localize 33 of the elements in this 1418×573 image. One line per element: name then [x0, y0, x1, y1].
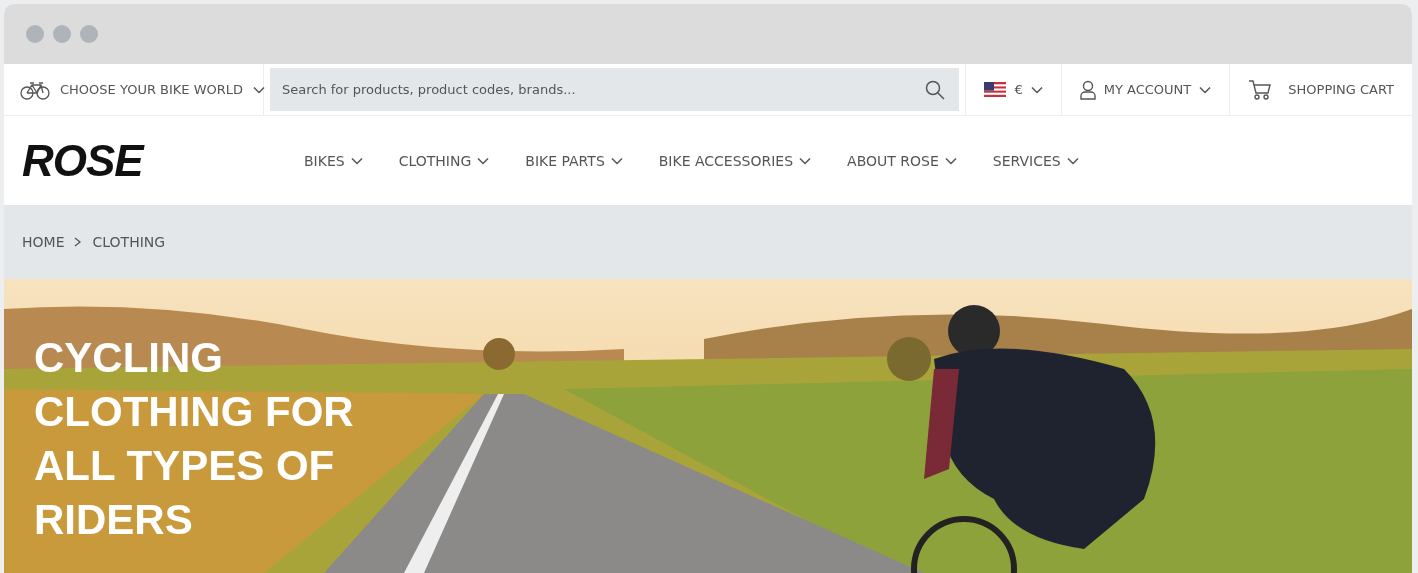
- separator-icon: [74, 237, 83, 247]
- person-icon: [1079, 79, 1096, 100]
- window-control[interactable]: [53, 25, 71, 43]
- account-menu[interactable]: MY ACCOUNT: [1061, 64, 1231, 115]
- nav-item[interactable]: BIKES: [304, 152, 363, 169]
- chevron-down-icon: [350, 156, 363, 165]
- hero-title: CYCLING CLOTHING FOR ALL TYPES OF RIDERS: [33, 333, 355, 545]
- cart-icon: [1248, 78, 1273, 101]
- chevron-down-icon: [1030, 85, 1043, 94]
- currency-menu[interactable]: €: [966, 64, 1062, 115]
- window-control[interactable]: [80, 25, 98, 43]
- nav-item[interactable]: BIKE ACCESSORIES: [658, 152, 812, 169]
- logo[interactable]: ROSE: [4, 135, 304, 186]
- search-icon: [925, 80, 946, 100]
- breadcrumb-link[interactable]: CLOTHING: [92, 234, 166, 250]
- flag-icon: [984, 82, 1007, 97]
- chevron-down-icon: [799, 156, 812, 165]
- chevron-down-icon: [477, 156, 490, 165]
- chevron-down-icon: [1066, 156, 1079, 165]
- bike-world-menu[interactable]: CHOOSE YOUR BIKE WORLD: [4, 64, 264, 115]
- nav-item[interactable]: SERVICES: [992, 152, 1079, 169]
- shopping-cart-link[interactable]: SHOPPING CART: [1230, 64, 1412, 115]
- window-control[interactable]: [26, 25, 44, 43]
- bicycle-icon: [20, 79, 50, 100]
- nav-item[interactable]: CLOTHING: [398, 152, 490, 169]
- search-field[interactable]: Search for products, product codes, brands...: [270, 68, 960, 111]
- chevron-down-icon: [253, 85, 266, 94]
- chevron-down-icon: [610, 156, 623, 165]
- chevron-down-icon: [1199, 85, 1212, 94]
- chevron-down-icon: [944, 156, 957, 165]
- nav-item[interactable]: ABOUT ROSE: [847, 152, 957, 169]
- nav-item[interactable]: BIKE PARTS: [525, 152, 623, 169]
- breadcrumb-link[interactable]: HOME: [22, 234, 65, 250]
